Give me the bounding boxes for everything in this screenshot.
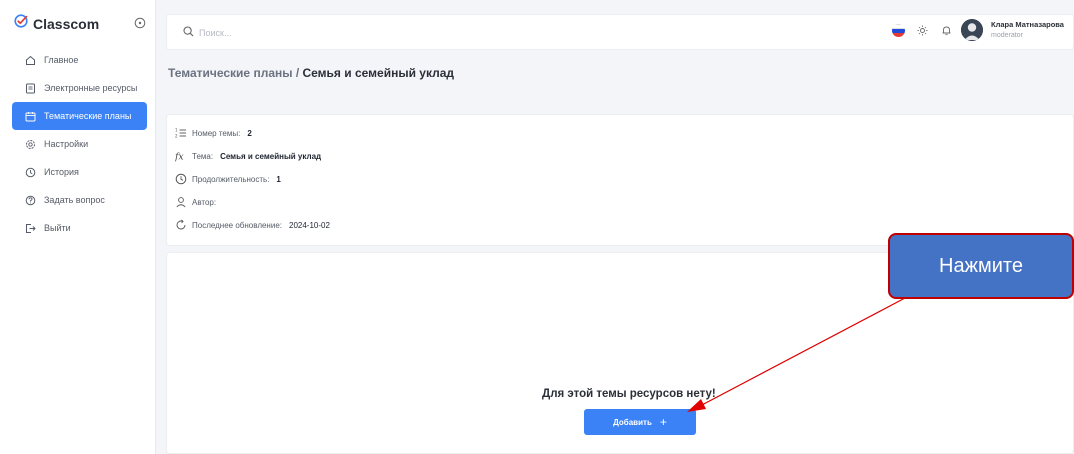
sidebar-item-history[interactable]: История bbox=[12, 158, 147, 186]
bell-icon bbox=[942, 26, 950, 35]
sidebar-nav: Главное Электронные ресурсы Тематические… bbox=[12, 46, 147, 242]
topic-updated-row: Последнее обновление: 2024-10-02 bbox=[175, 219, 330, 231]
refresh-icon bbox=[175, 219, 187, 231]
sidebar-item-settings[interactable]: Настройки bbox=[12, 130, 147, 158]
sidebar-item-e-resources[interactable]: Электронные ресурсы bbox=[12, 74, 147, 102]
logout-icon bbox=[25, 223, 36, 234]
calendar-icon bbox=[25, 111, 36, 122]
avatar[interactable] bbox=[961, 19, 983, 41]
language-switch[interactable] bbox=[889, 21, 907, 39]
topic-updated-label: Последнее обновление: bbox=[192, 220, 282, 230]
brand-logo[interactable]: Classcom bbox=[14, 14, 99, 33]
empty-resources-message: Для этой темы ресурсов нету! bbox=[542, 388, 716, 400]
topic-duration-value: 1 bbox=[276, 174, 281, 184]
clock-icon bbox=[175, 173, 187, 185]
sidebar: Classcom Главное Электронные ресурсы Тем… bbox=[0, 0, 156, 454]
sidebar-item-label: Электронные ресурсы bbox=[44, 83, 138, 93]
function-icon: fx bbox=[175, 150, 187, 162]
brand-name: Classcom bbox=[33, 15, 100, 32]
plus-icon: + bbox=[659, 415, 667, 429]
breadcrumb-separator: / bbox=[292, 66, 303, 80]
numbered-list-icon: 1 2 bbox=[175, 127, 187, 139]
user-role: moderator bbox=[991, 32, 1023, 39]
topic-duration-row: Продолжительность: 1 bbox=[175, 173, 281, 185]
notifications-button[interactable] bbox=[937, 21, 955, 39]
sidebar-item-logout[interactable]: Выйти bbox=[12, 214, 147, 242]
annotation-callout: Нажмите bbox=[888, 233, 1074, 299]
svg-text:2: 2 bbox=[175, 134, 178, 139]
topic-number-value: 2 bbox=[247, 128, 252, 138]
sidebar-item-label: История bbox=[44, 167, 79, 177]
topic-updated-value: 2024-10-02 bbox=[289, 220, 330, 230]
user-avatar-icon bbox=[961, 19, 983, 41]
topic-info-card: 1 2 Номер темы: 2 fx Тема: Семья и семей… bbox=[166, 114, 1074, 246]
breadcrumb-current: Семья и семейный уклад bbox=[302, 66, 455, 80]
home-icon bbox=[25, 55, 36, 66]
book-icon bbox=[25, 83, 36, 94]
check-circle-icon bbox=[14, 14, 28, 33]
user-info[interactable]: Клара Матназарова moderator bbox=[991, 19, 1064, 41]
topic-number-row: 1 2 Номер темы: 2 bbox=[175, 127, 252, 139]
theme-toggle[interactable] bbox=[913, 21, 931, 39]
topic-duration-label: Продолжительность: bbox=[192, 174, 270, 184]
sidebar-item-ask-question[interactable]: Задать вопрос bbox=[12, 186, 147, 214]
sidebar-item-label: Выйти bbox=[44, 223, 71, 233]
sidebar-item-label: Главное bbox=[44, 55, 79, 65]
sidebar-item-label: Задать вопрос bbox=[44, 195, 105, 205]
topic-author-row: Автор: bbox=[175, 196, 223, 208]
topic-theme-label: Тема: bbox=[192, 151, 214, 161]
breadcrumb-parent-link[interactable]: Тематические планы bbox=[168, 66, 292, 80]
search-input[interactable] bbox=[199, 28, 399, 38]
sidebar-item-home[interactable]: Главное bbox=[12, 46, 147, 74]
header-actions: Клара Матназарова moderator bbox=[889, 19, 1064, 41]
search-box[interactable] bbox=[183, 24, 399, 42]
sidebar-item-label: Тематические планы bbox=[44, 111, 132, 121]
search-icon bbox=[183, 24, 194, 42]
breadcrumb: Тематические планы / Семья и семейный ук… bbox=[168, 66, 454, 80]
sun-icon bbox=[917, 25, 927, 35]
svg-text:1: 1 bbox=[175, 128, 178, 133]
history-icon bbox=[25, 167, 36, 178]
top-header: Клара Матназарова moderator bbox=[166, 14, 1074, 50]
sidebar-item-label: Настройки bbox=[44, 139, 89, 149]
topic-number-label: Номер темы: bbox=[192, 128, 241, 138]
topic-author-label: Автор: bbox=[192, 197, 217, 207]
topic-theme-value: Семья и семейный уклад bbox=[220, 151, 322, 161]
collapse-icon bbox=[134, 17, 146, 29]
user-name: Клара Матназарова bbox=[991, 20, 1064, 29]
sidebar-item-thematic-plans[interactable]: Тематические планы bbox=[12, 102, 147, 130]
add-button-label: Добавить bbox=[613, 417, 652, 427]
help-icon bbox=[25, 195, 36, 206]
add-resource-button[interactable]: Добавить + bbox=[584, 409, 696, 435]
topic-theme-row: fx Тема: Семья и семейный уклад bbox=[175, 150, 322, 163]
russia-flag-icon bbox=[891, 23, 905, 37]
user-icon bbox=[175, 196, 187, 208]
sidebar-collapse-button[interactable] bbox=[132, 15, 148, 31]
callout-text: Нажмите bbox=[939, 254, 1023, 277]
gear-icon bbox=[25, 139, 36, 150]
svg-text:fx: fx bbox=[175, 152, 184, 162]
